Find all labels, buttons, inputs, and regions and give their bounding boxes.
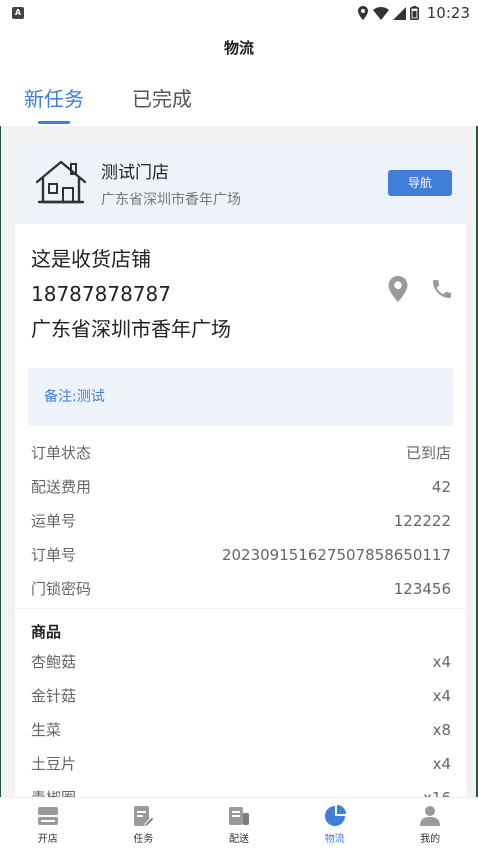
goods-item: 土豆片 x4 xyxy=(15,747,466,781)
remark-note: 备注:测试 xyxy=(28,368,453,426)
location-pin-icon[interactable] xyxy=(388,276,408,302)
store-info: 测试门店 广东省深圳市香年广场 xyxy=(101,158,388,209)
receiver-address: 广东省深圳市香年广场 xyxy=(31,317,231,341)
detail-value: 42 xyxy=(431,478,451,496)
phone-icon[interactable] xyxy=(430,277,454,301)
goods-name: 金针菇 xyxy=(31,687,77,705)
status-bar: A 10:23 xyxy=(0,0,478,26)
goods-qty: x4 xyxy=(432,653,451,671)
detail-label: 订单号 xyxy=(31,546,77,564)
detail-label: 订单状态 xyxy=(31,444,92,462)
nav-delivery[interactable]: 配送 xyxy=(191,798,287,850)
detail-label: 运单号 xyxy=(31,512,77,530)
battery-icon xyxy=(409,6,419,20)
store-house-icon xyxy=(35,160,87,204)
detail-value: 2023091516275078586501​17 xyxy=(221,546,451,564)
status-time: 10:23 xyxy=(426,4,470,22)
tab-completed-label: 已完成 xyxy=(132,87,192,111)
order-card: 测试门店 广东省深圳市香年广场 导航 这是收货店铺 18787878787 广东… xyxy=(15,142,466,802)
window-left-edge xyxy=(0,0,1,850)
tab-new-tasks-label: 新任务 xyxy=(24,87,84,111)
goods-item: 杏鲍菇 x4 xyxy=(15,645,466,679)
nav-label: 我的 xyxy=(420,834,441,845)
nav-label: 配送 xyxy=(228,834,249,845)
detail-row-order-status: 订单状态 已到店 xyxy=(15,436,466,470)
bottom-nav: 开店 任务 配送 物流 我的 xyxy=(0,797,478,850)
tab-active-indicator xyxy=(38,121,70,124)
location-icon xyxy=(357,6,368,20)
pie-chart-icon xyxy=(324,805,346,826)
goods-name: 杏鲍菇 xyxy=(31,653,77,671)
signal-icon xyxy=(392,6,406,20)
goods-qty: x4 xyxy=(432,687,451,705)
nav-open-store[interactable]: 开店 xyxy=(0,798,96,850)
detail-value: 123456 xyxy=(393,580,451,598)
detail-row-order-number: 订单号 2023091516275078586501​17 xyxy=(15,538,466,572)
detail-row-waybill-number: 运单号 122222 xyxy=(15,504,466,538)
receiver-shop-name: 这是收货店铺 xyxy=(31,247,151,271)
store-name: 测试门店 xyxy=(101,162,169,183)
tab-completed[interactable]: 已完成 xyxy=(132,70,192,126)
nav-label: 开店 xyxy=(37,834,58,845)
receiver-actions xyxy=(388,276,454,302)
receiver-section: 这是收货店铺 18787878787 广东省深圳市香年广场 xyxy=(15,224,466,364)
detail-value: 122222 xyxy=(393,512,451,530)
nav-logistics[interactable]: 物流 xyxy=(287,798,383,850)
nav-tasks[interactable]: 任务 xyxy=(96,798,192,850)
goods-item: 生菜 x8 xyxy=(15,713,466,747)
nav-label: 任务 xyxy=(133,834,154,845)
tab-new-tasks[interactable]: 新任务 xyxy=(24,70,84,126)
goods-qty: x8 xyxy=(432,721,451,739)
sim-card-icon: A xyxy=(12,7,24,19)
navigate-button[interactable]: 导航 xyxy=(388,170,452,196)
user-icon xyxy=(420,806,441,826)
goods-item: 金针菇 x4 xyxy=(15,679,466,713)
tab-bar: 新任务 已完成 xyxy=(0,70,478,126)
store-address: 广东省深圳市香年广场 xyxy=(101,191,241,208)
detail-label: 配送费用 xyxy=(31,478,92,496)
task-edit-icon xyxy=(134,806,155,827)
storefront-icon xyxy=(37,807,58,825)
delivery-doc-icon xyxy=(228,807,249,825)
page-title: 物流 xyxy=(0,26,478,70)
detail-label: 门锁密码 xyxy=(31,580,92,598)
detail-row-delivery-fee: 配送费用 42 xyxy=(15,470,466,504)
goods-name: 生菜 xyxy=(31,721,62,739)
goods-title: 商品 xyxy=(31,623,62,641)
store-header: 测试门店 广东省深圳市香年广场 导航 xyxy=(15,142,466,224)
detail-value: 已到店 xyxy=(405,444,451,462)
goods-qty: x4 xyxy=(432,755,451,773)
goods-name: 土豆片 xyxy=(31,755,77,773)
detail-row-lock-password: 门锁密码 123456 xyxy=(15,572,466,606)
nav-label: 物流 xyxy=(324,834,345,845)
wifi-icon xyxy=(372,6,389,20)
nav-mine[interactable]: 我的 xyxy=(382,798,478,850)
